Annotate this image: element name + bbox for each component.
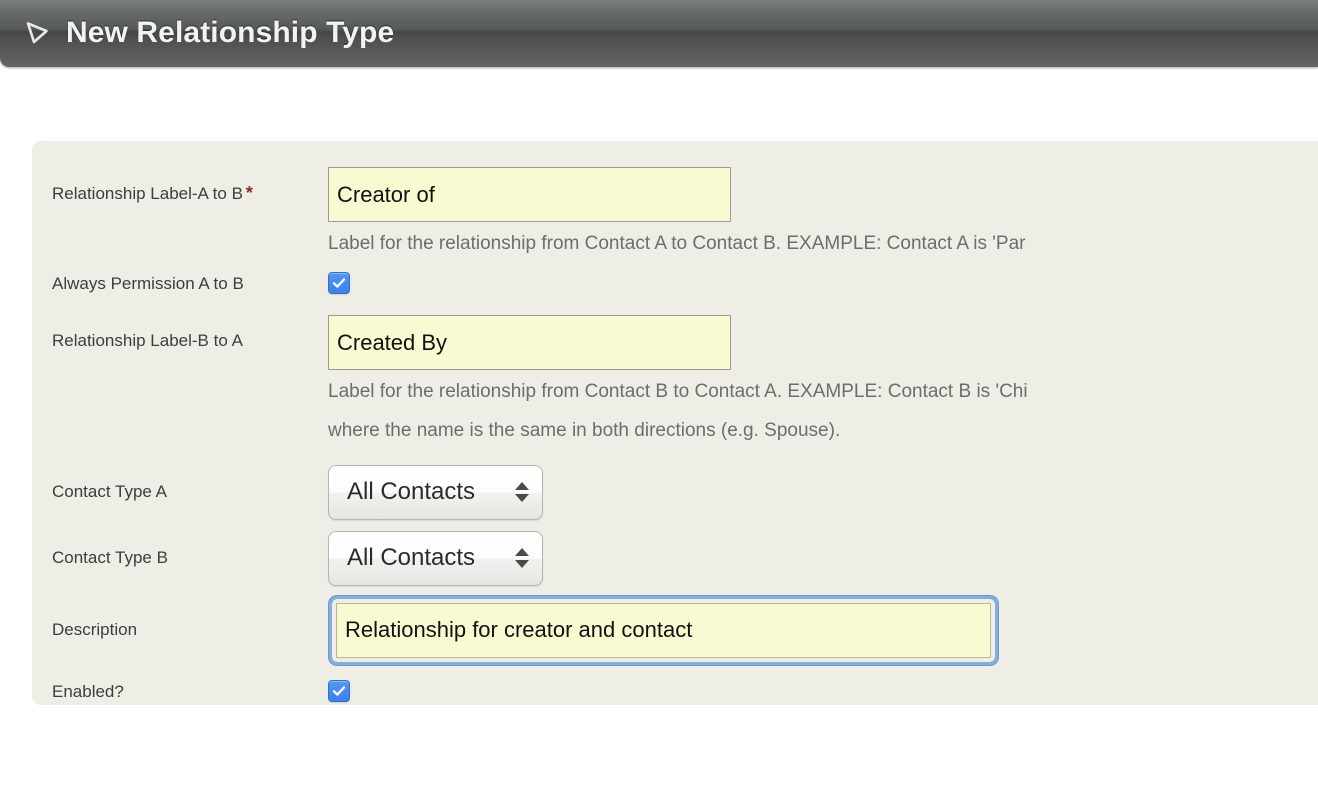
enabled-checkbox[interactable] bbox=[328, 679, 350, 702]
form-row-label-a-to-b: Relationship Label-A to B* Label for the… bbox=[32, 167, 1318, 256]
form-row-contact-type-b: Contact Type B All Contacts bbox=[32, 530, 1318, 586]
label-a-to-b-label: Relationship Label-A to B * bbox=[32, 167, 328, 202]
label-b-to-a-label: Relationship Label-B to A bbox=[52, 331, 243, 351]
form-row-description: Description bbox=[32, 595, 1318, 662]
label-a-to-b-label-text: Relationship Label-A to B bbox=[52, 184, 243, 203]
chevron-up-down-icon bbox=[515, 482, 529, 503]
description-label: Description bbox=[52, 619, 138, 639]
label-a-to-b-field-cell: Label for the relationship from Contact … bbox=[328, 167, 1318, 256]
description-label-cell: Description bbox=[32, 595, 328, 638]
window-titlebar: New Relationship Type bbox=[0, 0, 1318, 67]
required-asterisk: * bbox=[245, 183, 253, 203]
triangle-outline-icon bbox=[20, 16, 54, 50]
always-permission-checkbox[interactable] bbox=[328, 272, 350, 295]
relationship-label-b-to-a-input[interactable] bbox=[328, 315, 731, 371]
label-b-to-a-field-cell: Label for the relationship from Contact … bbox=[328, 315, 1318, 443]
contact-type-a-field-cell: All Contacts bbox=[328, 464, 1318, 520]
label-b-to-a-help-text-line1: Label for the relationship from Contact … bbox=[328, 381, 1028, 403]
contact-type-b-label: Contact Type B bbox=[52, 547, 168, 567]
form-row-label-b-to-a: Relationship Label-B to A Label for the … bbox=[32, 315, 1318, 443]
enabled-label: Enabled? bbox=[52, 681, 124, 701]
always-permission-field-cell bbox=[328, 272, 1318, 296]
page-title: New Relationship Type bbox=[66, 15, 395, 49]
label-b-to-a-label-cell: Relationship Label-B to A bbox=[32, 315, 328, 349]
enabled-field-cell bbox=[328, 679, 1318, 704]
description-field-cell bbox=[328, 595, 1318, 662]
description-focus-ring bbox=[332, 599, 995, 662]
form-row-enabled: Enabled? bbox=[32, 679, 1318, 704]
label-a-to-b-label-cell: Relationship Label-A to B * bbox=[32, 167, 328, 202]
always-permission-label-cell: Always Permission A to B bbox=[32, 272, 328, 292]
contact-type-b-field-cell: All Contacts bbox=[328, 530, 1318, 586]
relationship-label-a-to-b-input[interactable] bbox=[328, 167, 731, 222]
form-row-contact-type-a: Contact Type A All Contacts bbox=[32, 464, 1318, 520]
relationship-type-form-panel: Relationship Label-A to B* Label for the… bbox=[32, 141, 1318, 705]
description-input[interactable] bbox=[336, 602, 991, 658]
contact-type-b-selected-value: All Contacts bbox=[347, 544, 476, 572]
contact-type-b-select[interactable]: All Contacts bbox=[328, 530, 543, 586]
contact-type-a-label-cell: Contact Type A bbox=[32, 465, 328, 500]
contact-type-a-selected-value: All Contacts bbox=[347, 478, 476, 506]
contact-type-a-select[interactable]: All Contacts bbox=[328, 464, 543, 520]
form-row-always-permission: Always Permission A to B bbox=[32, 272, 1318, 296]
label-a-to-b-help-text: Label for the relationship from Contact … bbox=[328, 233, 1026, 254]
chevron-up-down-icon bbox=[515, 548, 529, 569]
enabled-label-cell: Enabled? bbox=[32, 680, 328, 700]
always-permission-label: Always Permission A to B bbox=[52, 274, 244, 294]
contact-type-b-label-cell: Contact Type B bbox=[32, 531, 328, 566]
label-b-to-a-help-text-line2: where the name is the same in both direc… bbox=[328, 419, 841, 441]
contact-type-a-label: Contact Type A bbox=[52, 481, 167, 501]
